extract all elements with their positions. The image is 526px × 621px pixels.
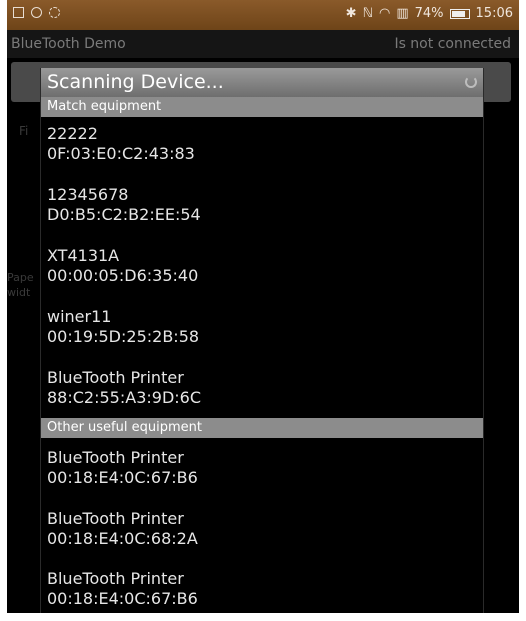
device-item[interactable]: BlueTooth Printer 00:18:E4:0C:67:B6 xyxy=(41,448,483,508)
dialog-title: Scanning Device... xyxy=(47,71,224,93)
device-item[interactable]: winer11 00:19:5D:25:2B:58 xyxy=(41,307,483,367)
app-title-bar: BlueTooth Demo Is not connected xyxy=(7,30,519,58)
device-item[interactable]: 12345678 D0:B5:C2:B2:EE:54 xyxy=(41,185,483,245)
status-right: ✱ ℕ ◠ ▥ 74% 15:06 xyxy=(346,6,513,21)
device-address: 00:18:E4:0C:67:B6 xyxy=(47,589,198,608)
scan-dialog: Scanning Device... Match equipment 22222… xyxy=(40,68,484,613)
section-other-equipment: Other useful equipment xyxy=(41,418,483,438)
device-name: winer11 xyxy=(47,307,112,326)
status-bar: ✱ ℕ ◠ ▥ 74% 15:06 xyxy=(7,0,519,30)
device-address: 00:18:E4:0C:67:B6 xyxy=(47,468,198,487)
loading-spinner-icon xyxy=(465,76,477,88)
device-item[interactable]: BlueTooth Printer 00:18:E4:0C:67:B6 xyxy=(41,569,483,613)
device-item[interactable]: BlueTooth Printer 00:18:E4:0C:68:2A xyxy=(41,509,483,569)
device-address: 00:18:E4:0C:68:2A xyxy=(47,529,198,548)
wifi-icon: ◠ xyxy=(378,6,391,21)
app-title: BlueTooth Demo xyxy=(11,36,126,52)
device-item[interactable]: 22222 0F:03:E0:C2:43:83 xyxy=(41,124,483,184)
device-address: 00:19:5D:25:2B:58 xyxy=(47,327,200,346)
connection-status: Is not connected xyxy=(394,36,511,52)
device-address: 0F:03:E0:C2:43:83 xyxy=(47,144,195,163)
battery-percent: 74% xyxy=(414,6,444,21)
background-side-text: Pape widt xyxy=(7,271,34,299)
nfc-icon: ℕ xyxy=(362,6,373,21)
battery-icon xyxy=(449,8,470,19)
device-name: BlueTooth Printer xyxy=(47,569,184,588)
settings-icon xyxy=(49,7,60,18)
notification-icons xyxy=(13,7,60,18)
gallery-icon xyxy=(13,7,24,18)
device-name: BlueTooth Printer xyxy=(47,509,184,528)
circle-icon xyxy=(31,7,42,18)
device-item[interactable]: XT4131A 00:00:05:D6:35:40 xyxy=(41,246,483,306)
device-address: D0:B5:C2:B2:EE:54 xyxy=(47,205,201,224)
bluetooth-icon: ✱ xyxy=(345,6,357,21)
dialog-header: Scanning Device... xyxy=(41,68,483,97)
background-label: Fi xyxy=(19,124,29,138)
data-icon: ▥ xyxy=(396,6,409,21)
device-name: XT4131A xyxy=(47,246,120,265)
device-name: 12345678 xyxy=(47,185,129,204)
device-address: 88:C2:55:A3:9D:6C xyxy=(47,388,201,407)
device-name: BlueTooth Printer xyxy=(47,368,184,387)
phone-screen: ✱ ℕ ◠ ▥ 74% 15:06 BlueTooth Demo Is not … xyxy=(7,0,519,613)
section-match-equipment: Match equipment xyxy=(41,97,483,117)
clock: 15:06 xyxy=(475,6,513,21)
device-name: 22222 xyxy=(47,124,98,143)
device-address: 00:00:05:D6:35:40 xyxy=(47,266,199,285)
device-name: BlueTooth Printer xyxy=(47,448,184,467)
